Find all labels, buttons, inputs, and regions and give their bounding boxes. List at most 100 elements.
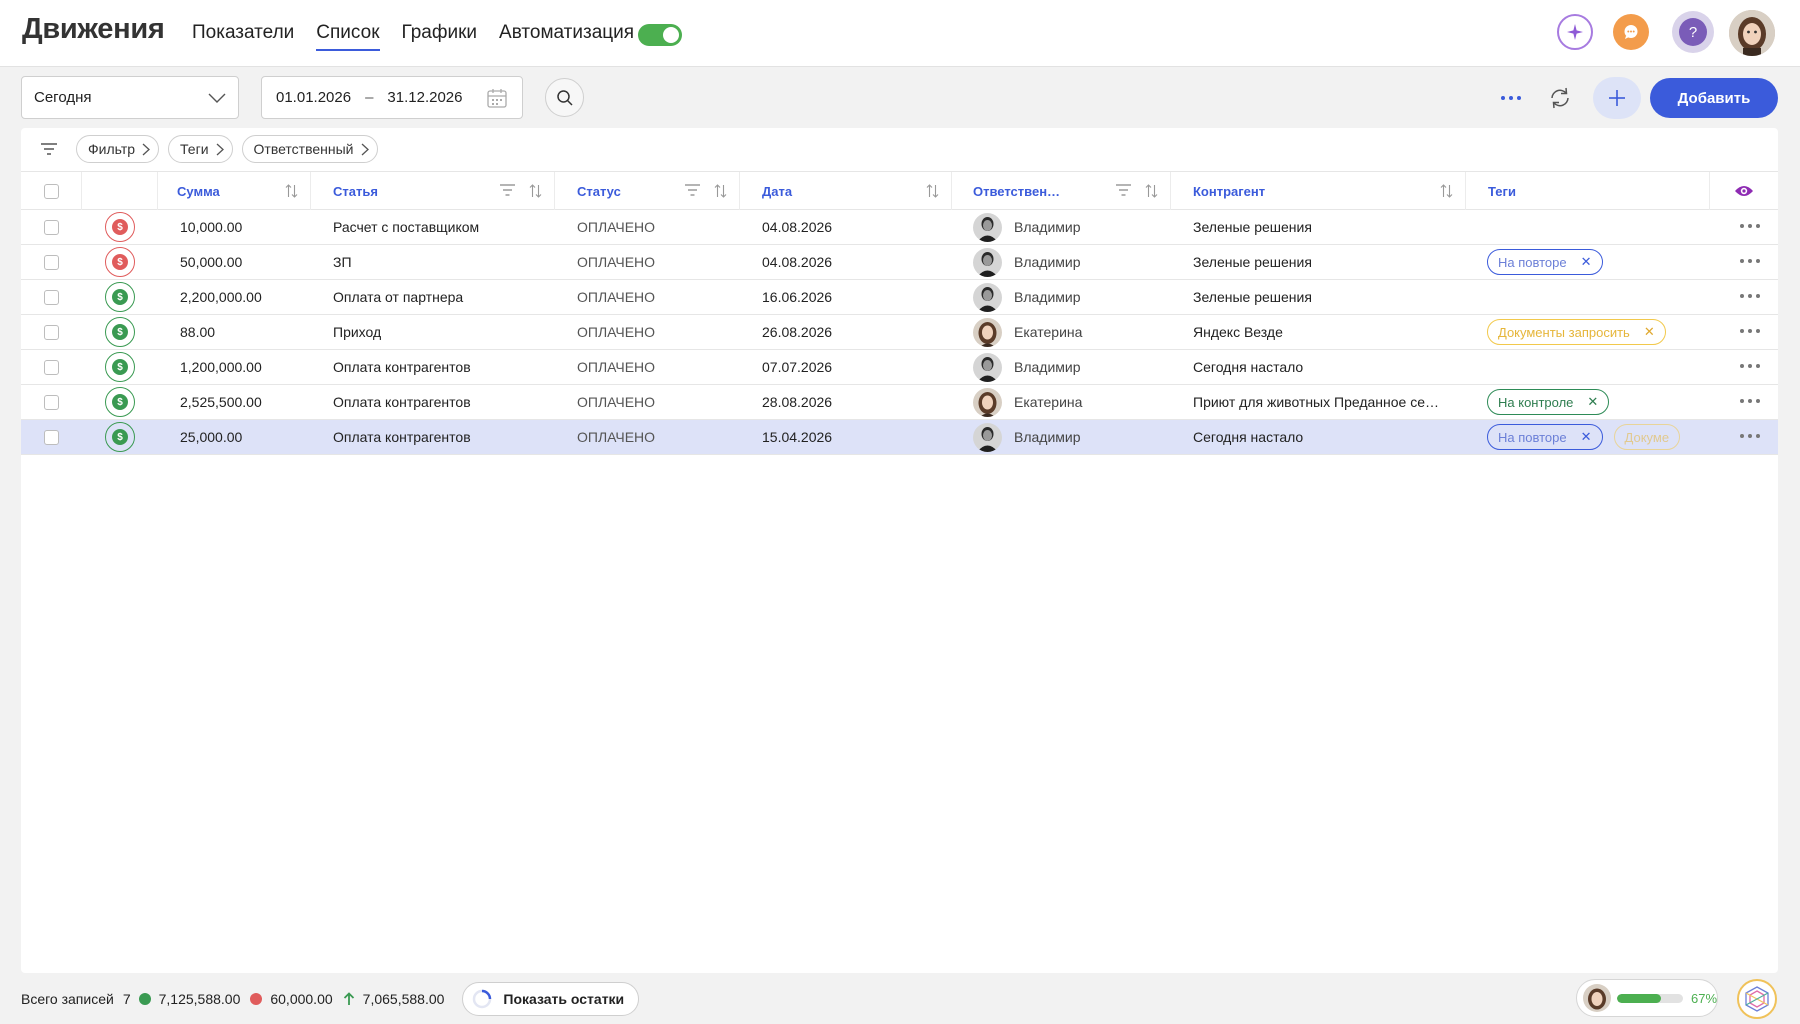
close-icon[interactable]: ✕ [1581, 254, 1592, 270]
table-row[interactable]: $50,000.00 ЗП ОПЛАЧЕНО 04.08.2026 Владимир Зе… [21, 245, 1778, 280]
search-button[interactable] [545, 78, 584, 117]
period-select[interactable]: Сегодня [21, 76, 239, 119]
row-responsible[interactable]: Владимир [973, 210, 1168, 244]
income-total: 7,125,588.00 [158, 991, 241, 1007]
onboarding-progress[interactable]: 67% [1576, 979, 1718, 1017]
select-all-checkbox[interactable] [43, 183, 59, 199]
automation-toggle[interactable] [638, 24, 682, 46]
nav-tabs: Показатели Список Графики Автоматизация [192, 22, 656, 51]
row-responsible[interactable]: Владимир [973, 420, 1168, 454]
tab-indicators[interactable]: Показатели [192, 22, 294, 51]
date-range-picker[interactable]: 01.01.2026 – 31.12.2026 [261, 76, 523, 119]
close-icon[interactable]: ✕ [1587, 394, 1598, 410]
sort-icon[interactable] [529, 184, 542, 198]
row-more-button[interactable] [1740, 399, 1760, 403]
row-responsible[interactable]: Екатерина [973, 385, 1168, 419]
row-tags: На контроле ✕ [1487, 385, 1709, 419]
row-checkbox[interactable] [44, 324, 59, 340]
close-icon[interactable]: ✕ [1644, 324, 1655, 340]
column-filter-icon[interactable] [500, 184, 515, 196]
table-row[interactable]: $10,000.00 Расчет с поставщиком ОПЛАЧЕНО 04… [21, 210, 1778, 245]
column-tags[interactable]: Теги [1466, 172, 1710, 210]
row-more-button[interactable] [1740, 294, 1760, 298]
column-filter-icon[interactable] [1116, 184, 1131, 196]
table-row[interactable]: $2,200,000.00 Оплата от партнера ОПЛАЧЕНО 1… [21, 280, 1778, 315]
help-button[interactable]: ? [1672, 11, 1714, 53]
filter-icon[interactable] [41, 143, 57, 155]
column-responsible[interactable]: Ответствен… [952, 172, 1171, 210]
row-counterparty: Зеленые решения [1193, 254, 1312, 270]
progress-bar [1617, 993, 1683, 1003]
row-counterparty: Яндекс Везде [1193, 324, 1283, 340]
row-more-button[interactable] [1740, 434, 1760, 438]
sort-icon[interactable] [926, 184, 939, 198]
tab-automation[interactable]: Автоматизация [499, 22, 634, 51]
date-to[interactable]: 31.12.2026 [387, 89, 462, 106]
add-button[interactable]: Добавить [1650, 78, 1778, 118]
expense-total: 60,000.00 [270, 991, 333, 1007]
row-more-button[interactable] [1740, 364, 1760, 368]
sort-icon[interactable] [1145, 184, 1158, 198]
row-checkbox[interactable] [44, 219, 59, 235]
row-type-cell: $ [82, 245, 158, 279]
column-sum[interactable]: Сумма [158, 172, 311, 210]
row-responsible[interactable]: Екатерина [973, 315, 1168, 349]
sort-icon[interactable] [714, 184, 727, 198]
tab-charts[interactable]: Графики [402, 22, 478, 51]
filter-chip-tags[interactable]: Теги [168, 135, 233, 163]
column-status[interactable]: Статус [555, 172, 740, 210]
column-filter-icon[interactable] [685, 184, 700, 196]
row-checkbox[interactable] [44, 254, 59, 270]
date-from[interactable]: 01.01.2026 [276, 89, 351, 106]
filter-chip-responsible[interactable]: Ответственный [241, 135, 378, 163]
column-article[interactable]: Статья [311, 172, 555, 210]
refresh-button[interactable] [1544, 82, 1576, 114]
quick-add-button[interactable] [1593, 77, 1641, 119]
row-sum: 88.00 [180, 324, 216, 340]
column-visibility[interactable] [1710, 172, 1778, 210]
row-checkbox[interactable] [44, 359, 59, 375]
row-tag[interactable]: Документы запросить ✕ [1487, 319, 1666, 345]
table-row[interactable]: $2,525,500.00 Оплата контрагентов ОПЛАЧЕНО… [21, 385, 1778, 420]
row-status: ОПЛАЧЕНО [577, 359, 656, 375]
eye-icon[interactable] [1734, 184, 1754, 198]
tab-list[interactable]: Список [316, 22, 380, 51]
calendar-icon[interactable] [486, 87, 508, 109]
chip-label: Ответственный [253, 141, 354, 157]
row-responsible[interactable]: Владимир [973, 350, 1168, 384]
row-more-button[interactable] [1740, 259, 1760, 263]
table-row[interactable]: $88.00 Приход ОПЛАЧЕНО 26.08.2026 Екатерина Я… [21, 315, 1778, 350]
ai-assistant-button[interactable] [1557, 14, 1593, 50]
row-tag[interactable]: Докуме [1613, 424, 1681, 450]
filter-chip-filter[interactable]: Фильтр [76, 135, 160, 163]
row-responsible[interactable]: Владимир [973, 280, 1168, 314]
app-logo-button[interactable] [1737, 979, 1777, 1019]
column-date[interactable]: Дата [740, 172, 952, 210]
total-records-label: Всего записей [21, 991, 114, 1007]
more-options-button[interactable] [1496, 86, 1526, 110]
row-tag[interactable]: На контроле ✕ [1487, 389, 1610, 415]
row-checkbox[interactable] [44, 289, 59, 305]
column-counterparty[interactable]: Контрагент [1171, 172, 1466, 210]
row-tag[interactable]: На повторе ✕ [1487, 424, 1603, 450]
row-responsible-name: Екатерина [1014, 394, 1083, 410]
table-row[interactable]: $1,200,000.00 Оплата контрагентов ОПЛАЧЕНО… [21, 350, 1778, 385]
row-status: ОПЛАЧЕНО [577, 324, 656, 340]
row-more-button[interactable] [1740, 224, 1760, 228]
row-checkbox[interactable] [44, 394, 59, 410]
row-responsible[interactable]: Владимир [973, 245, 1168, 279]
row-more-button[interactable] [1740, 329, 1760, 333]
show-balances-button[interactable]: Показать остатки [462, 982, 640, 1016]
user-avatar[interactable] [1729, 10, 1775, 56]
row-tag[interactable]: На повторе ✕ [1487, 249, 1603, 275]
sort-icon[interactable] [1440, 184, 1453, 198]
progress-bar-fill [1617, 993, 1662, 1003]
row-status: ОПЛАЧЕНО [577, 429, 656, 445]
sort-icon[interactable] [285, 184, 298, 198]
table-row[interactable]: $25,000.00 Оплата контрагентов ОПЛАЧЕНО 15.… [21, 420, 1778, 455]
row-checkbox[interactable] [44, 429, 59, 445]
progress-percent: 67% [1690, 990, 1718, 1006]
close-icon[interactable]: ✕ [1581, 429, 1592, 445]
row-date: 16.06.2026 [762, 289, 833, 305]
chat-button[interactable] [1613, 14, 1649, 50]
